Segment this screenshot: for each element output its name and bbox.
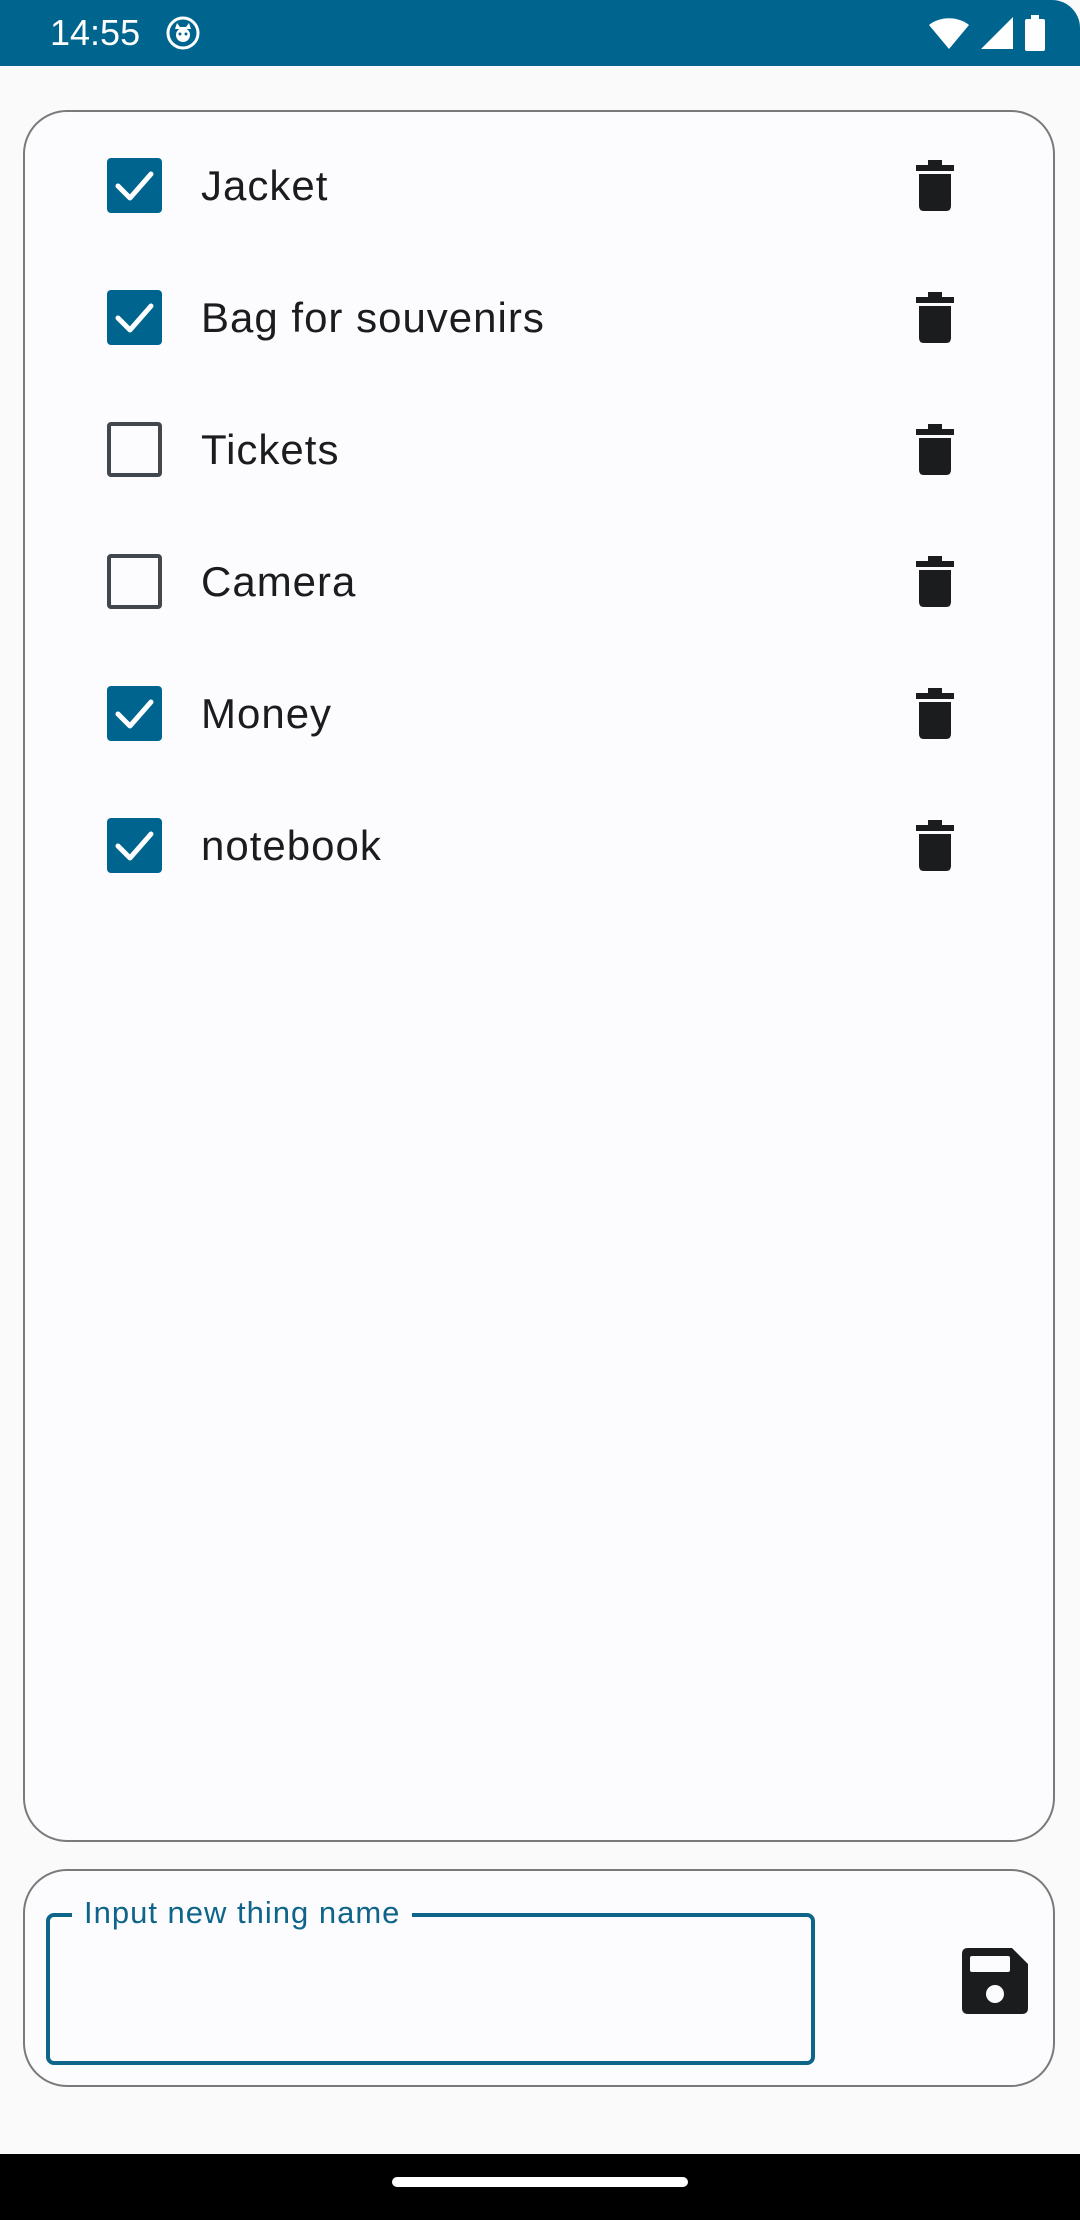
status-bar: 14:55	[0, 0, 1080, 66]
battery-icon	[1025, 15, 1045, 51]
item-checkbox[interactable]	[107, 422, 162, 477]
item-checkbox[interactable]	[107, 686, 162, 741]
status-icons	[928, 15, 1046, 51]
delete-item-button[interactable]	[905, 156, 965, 216]
trash-icon	[916, 820, 954, 871]
trash-icon	[916, 556, 954, 607]
signal-icon	[981, 17, 1013, 49]
list-item: Camera	[25, 516, 1057, 648]
new-thing-field-label: Input new thing name	[72, 1893, 413, 1933]
delete-item-button[interactable]	[905, 420, 965, 480]
check-icon	[115, 699, 154, 729]
item-checkbox[interactable]	[107, 554, 162, 609]
check-icon	[115, 171, 154, 201]
item-checkbox[interactable]	[107, 158, 162, 213]
item-label: Bag for souvenirs	[201, 294, 545, 341]
cat-face-icon	[166, 16, 200, 50]
trash-icon	[916, 688, 954, 739]
list-item: Money	[25, 648, 1057, 780]
delete-item-button[interactable]	[905, 552, 965, 612]
item-checkbox[interactable]	[107, 818, 162, 873]
list-item: Jacket	[25, 120, 1057, 252]
wifi-icon	[929, 18, 969, 49]
list-item: notebook	[25, 780, 1057, 912]
new-thing-field[interactable]: Input new thing name	[46, 1893, 815, 2065]
new-thing-input[interactable]	[80, 1957, 784, 2019]
item-label: Jacket	[201, 162, 329, 209]
list-item: Tickets	[25, 384, 1057, 516]
item-label: Tickets	[201, 426, 340, 473]
item-label: Money	[201, 690, 333, 737]
list-item: Bag for souvenirs	[25, 252, 1057, 384]
check-icon	[115, 831, 154, 861]
home-handle[interactable]	[392, 2177, 688, 2187]
trash-icon	[916, 160, 954, 211]
navigation-bar	[0, 2154, 1080, 2220]
trash-icon	[916, 424, 954, 475]
things-list: Jacket Bag for souvenirs Tickets Camera Mone…	[23, 110, 1055, 1842]
delete-item-button[interactable]	[905, 288, 965, 348]
save-button[interactable]	[955, 1941, 1035, 2021]
check-icon	[115, 303, 154, 333]
item-label: notebook	[201, 822, 382, 869]
status-time: 14:55	[50, 12, 141, 53]
item-label: Camera	[201, 558, 357, 605]
delete-item-button[interactable]	[905, 816, 965, 876]
save-icon	[962, 1948, 1028, 2014]
new-thing-card: Input new thing name	[23, 1869, 1055, 2087]
item-checkbox[interactable]	[107, 290, 162, 345]
delete-item-button[interactable]	[905, 684, 965, 744]
trash-icon	[916, 292, 954, 343]
